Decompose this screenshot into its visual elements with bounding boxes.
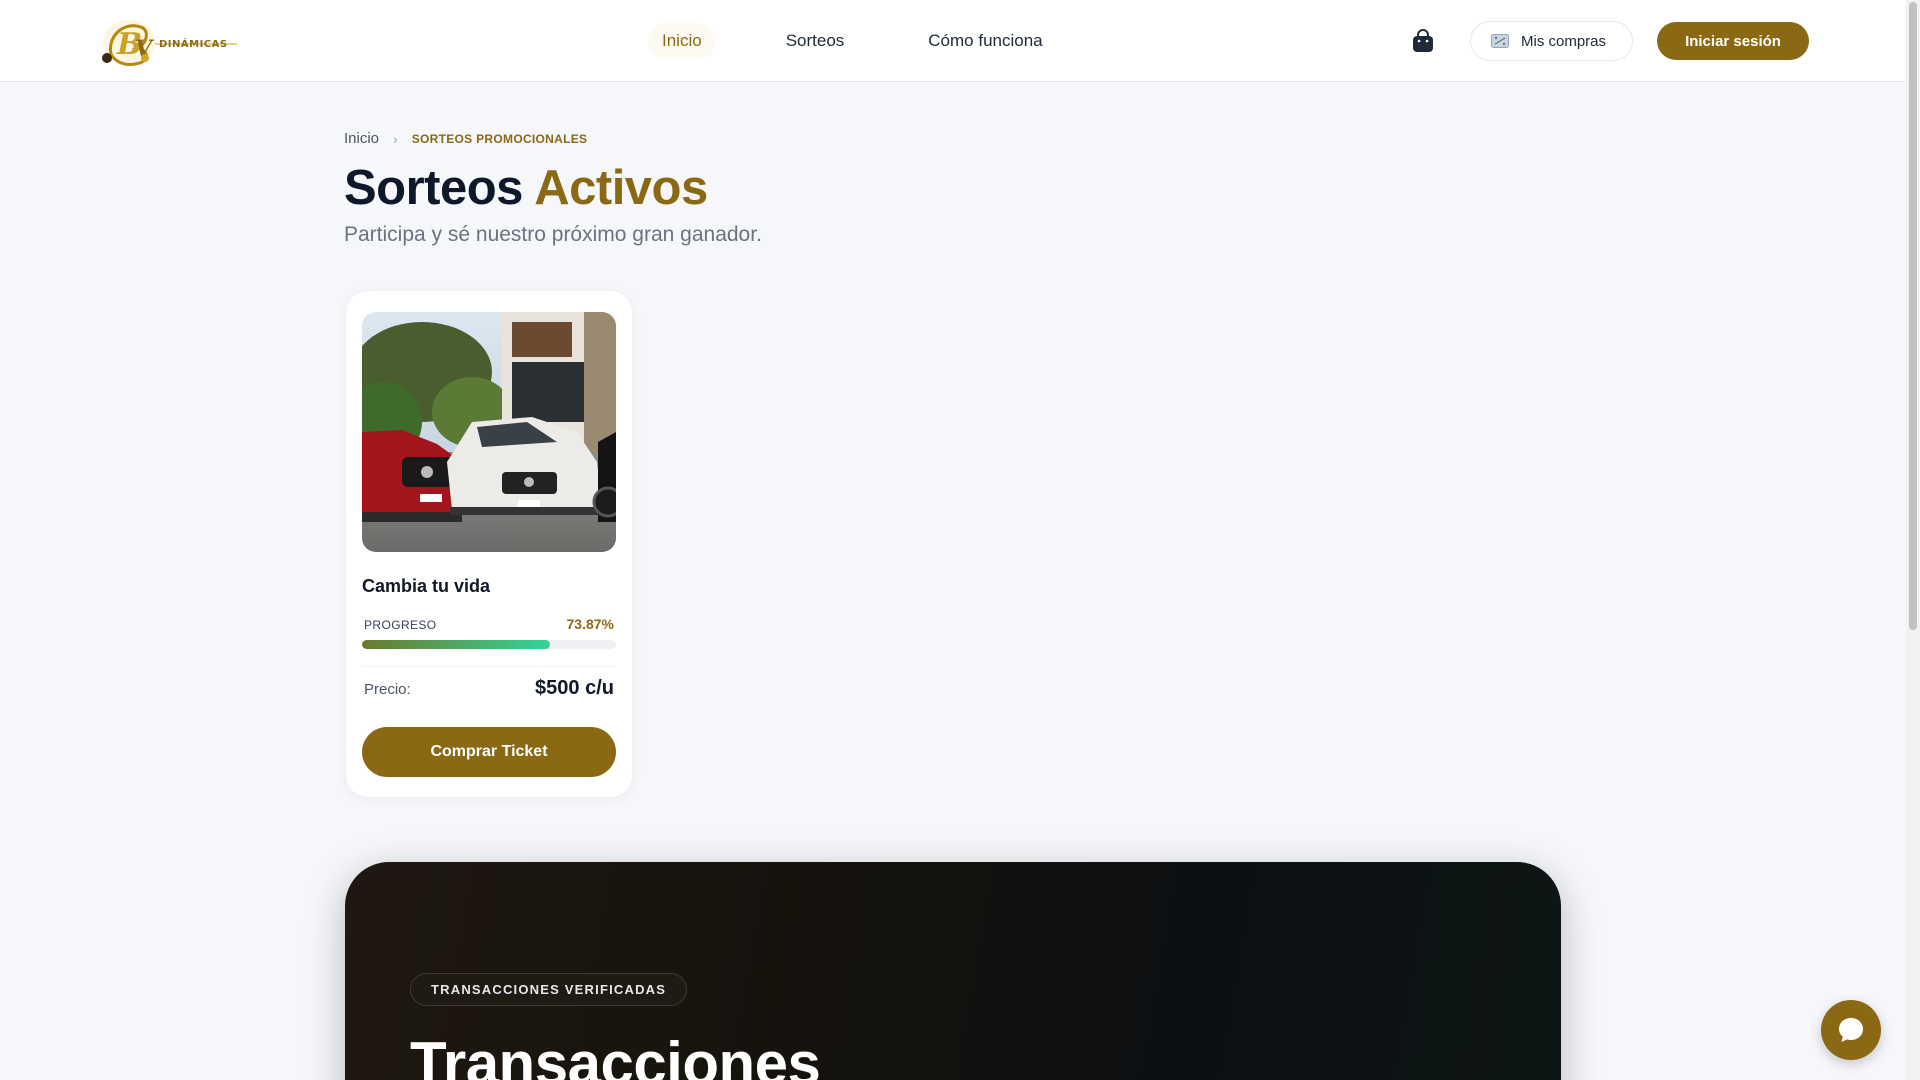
breadcrumb-home-link[interactable]: Inicio <box>344 130 379 147</box>
transactions-section: TRANSACCIONES VERIFICADAS Transacciones <box>345 862 1561 1080</box>
nav-item-como-funciona[interactable]: Cómo funciona <box>914 23 1056 59</box>
logo-text: DINÁMICAS <box>159 39 228 50</box>
progress-value: 73.87% <box>566 616 614 632</box>
nav-item-inicio[interactable]: Inicio <box>648 23 716 59</box>
page-scrollbar[interactable] <box>1906 0 1920 1080</box>
raffle-image[interactable] <box>362 312 616 552</box>
main-nav: Inicio Sorteos Cómo funciona <box>648 0 1113 82</box>
transactions-title: Transacciones <box>410 1030 821 1080</box>
raffle-title: Cambia tu vida <box>362 576 491 596</box>
price-value: $500 c/u <box>535 677 614 699</box>
mis-compras-button[interactable]: Mis compras <box>1470 21 1633 61</box>
price-label: Precio: <box>364 681 411 698</box>
chat-bubble-icon[interactable] <box>1821 1000 1881 1060</box>
progress-bar-fill <box>362 640 550 649</box>
verified-badge: TRANSACCIONES VERIFICADAS <box>410 973 688 1006</box>
shopping-bag-icon[interactable] <box>1411 28 1435 54</box>
scrollbar-thumb[interactable] <box>1909 2 1917 630</box>
page-title-main: Sorteos <box>344 161 523 215</box>
login-button[interactable]: Iniciar sesión <box>1657 22 1809 60</box>
progress-label: PROGRESO <box>364 618 437 632</box>
brand-logo[interactable]: B V DINÁMICAS <box>97 14 245 68</box>
card-divider <box>362 666 616 667</box>
chevron-right-icon: › <box>393 130 398 147</box>
buy-ticket-button[interactable]: Comprar Ticket <box>362 727 616 777</box>
page-title-accent: Activos <box>534 161 708 215</box>
breadcrumb: Inicio › SORTEOS PROMOCIONALES <box>344 130 587 147</box>
progress-bar <box>362 640 616 649</box>
breadcrumb-current: SORTEOS PROMOCIONALES <box>411 131 588 146</box>
page-subtitle: Participa y sé nuestro próximo gran gana… <box>344 223 762 246</box>
ticket-icon <box>1491 34 1509 48</box>
nav-item-sorteos[interactable]: Sorteos <box>772 23 859 59</box>
mis-compras-label: Mis compras <box>1521 32 1607 50</box>
raffle-card: Cambia tu vida PROGRESO 73.87% Precio: $… <box>346 291 632 797</box>
page-title: Sorteos Activos <box>344 160 708 216</box>
top-header: B V DINÁMICAS Inicio Sorteos Cómo funcio… <box>0 0 1906 82</box>
